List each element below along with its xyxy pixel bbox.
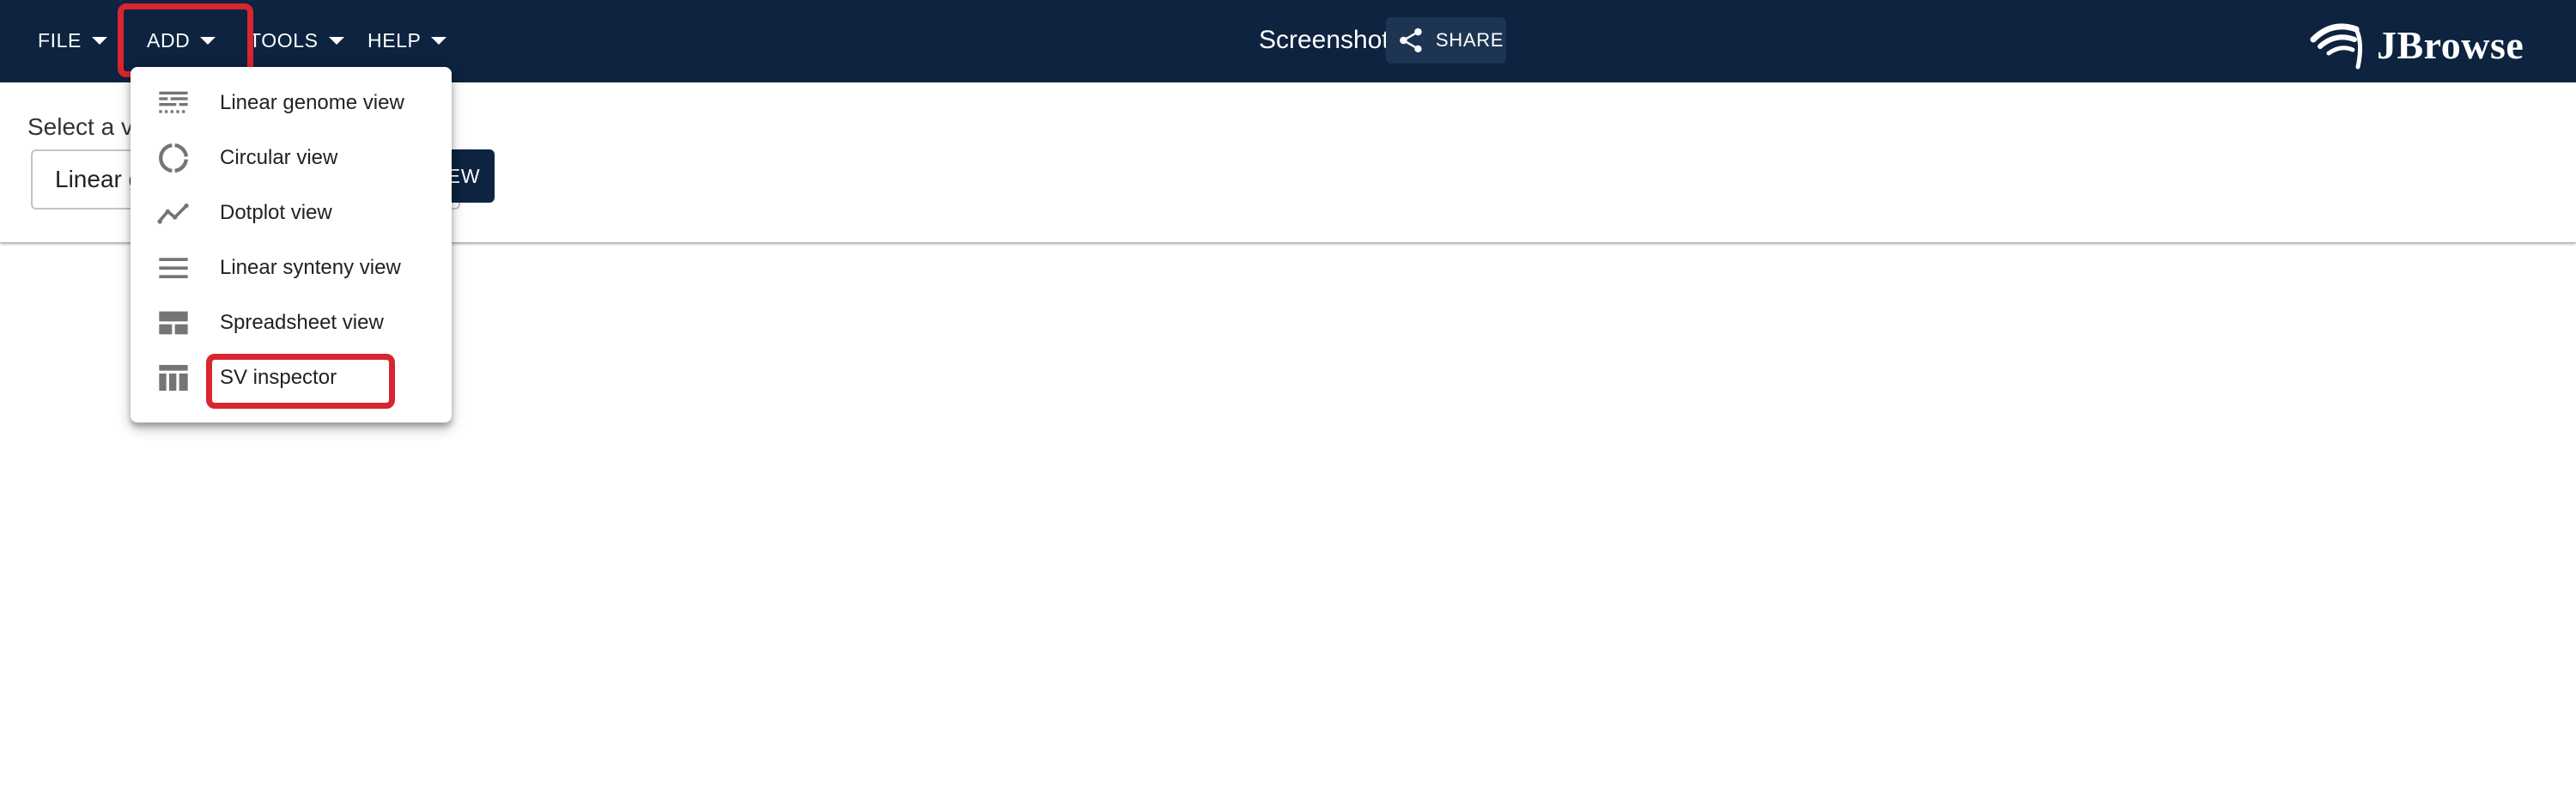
spreadsheet-view-icon bbox=[159, 311, 188, 335]
menu-item-label: Dotplot view bbox=[220, 201, 332, 224]
logo-text: JBrowse bbox=[2377, 22, 2524, 67]
caret-down-icon bbox=[431, 36, 447, 45]
help-menu-label: HELP bbox=[368, 28, 422, 52]
jbrowse-logo-icon bbox=[2310, 23, 2363, 70]
file-menu-button[interactable]: FILE bbox=[38, 19, 107, 62]
dotplot-view-icon bbox=[157, 204, 189, 224]
help-menu-button[interactable]: HELP bbox=[368, 19, 447, 62]
share-label: SHARE bbox=[1436, 29, 1504, 51]
menu-item-linear-genome-view[interactable]: Linear genome view bbox=[131, 76, 452, 131]
linear-genome-view-icon bbox=[159, 91, 188, 113]
share-icon bbox=[1400, 27, 1422, 53]
launch-view-label: EW bbox=[447, 165, 481, 187]
linear-synteny-view-icon bbox=[159, 258, 188, 278]
session-title[interactable]: Screenshot bbox=[1259, 22, 1389, 58]
tools-menu-label: TOOLS bbox=[249, 28, 319, 52]
menu-item-linear-synteny-view[interactable]: Linear synteny view bbox=[131, 240, 452, 295]
menu-item-circular-view[interactable]: Circular view bbox=[131, 131, 452, 185]
view-selector-prompt: Select a v bbox=[27, 113, 133, 140]
sv-inspector-highlight bbox=[206, 354, 395, 409]
menu-item-label: Circular view bbox=[220, 146, 338, 169]
circular-view-icon bbox=[159, 143, 189, 173]
jbrowse-logo: JBrowse bbox=[2310, 17, 2524, 72]
tools-menu-button[interactable]: TOOLS bbox=[249, 19, 344, 62]
caret-down-icon bbox=[328, 36, 344, 45]
menu-item-label: Linear synteny view bbox=[220, 256, 401, 279]
menu-item-spreadsheet-view[interactable]: Spreadsheet view bbox=[131, 295, 452, 350]
menu-item-label: Spreadsheet view bbox=[220, 311, 384, 334]
sv-inspector-icon bbox=[159, 365, 188, 391]
caret-down-icon bbox=[91, 36, 107, 45]
file-menu-label: FILE bbox=[38, 28, 82, 52]
menu-item-dotplot-view[interactable]: Dotplot view bbox=[131, 185, 452, 240]
share-button[interactable]: SHARE bbox=[1386, 17, 1506, 64]
menu-item-label: Linear genome view bbox=[220, 91, 404, 114]
